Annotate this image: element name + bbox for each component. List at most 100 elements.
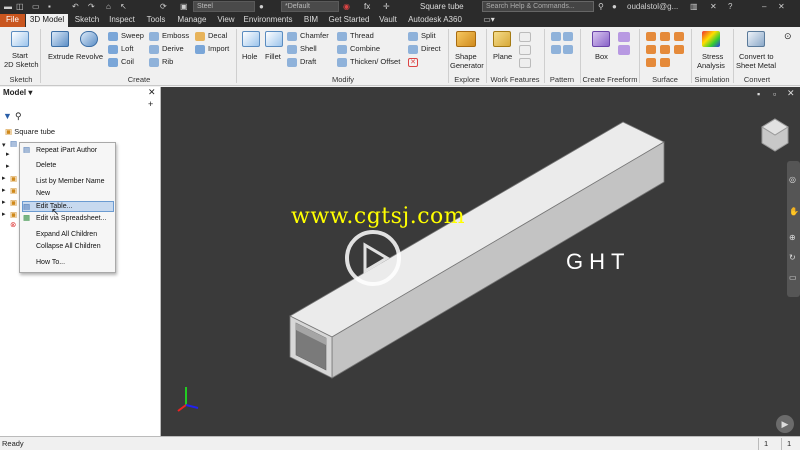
- viewport-maximize-icon[interactable]: ▫: [773, 89, 776, 99]
- expand-icon[interactable]: ▸: [6, 150, 10, 159]
- expand-icon[interactable]: ▾: [2, 141, 6, 150]
- fx-button[interactable]: fx: [364, 1, 370, 12]
- tab-vault[interactable]: Vault: [376, 14, 400, 27]
- sketch-pattern-icon[interactable]: [551, 45, 561, 54]
- minimize-icon[interactable]: –: [762, 1, 766, 12]
- home-icon[interactable]: ⌂: [106, 1, 111, 12]
- folder-icon: ▣: [10, 198, 18, 207]
- tube-top-face: [289, 121, 665, 338]
- coil-label: Coil: [121, 57, 134, 66]
- expand-icon[interactable]: ▸: [2, 174, 6, 183]
- full-navigation-wheel-icon[interactable]: ◎: [789, 175, 796, 184]
- viewport-restore-icon[interactable]: ▪: [757, 89, 760, 99]
- rectangular-pattern-icon[interactable]: [551, 32, 561, 41]
- freeform-face-icon[interactable]: [618, 45, 630, 55]
- look-at-icon[interactable]: ▭: [789, 273, 797, 282]
- axis-icon[interactable]: [519, 32, 531, 42]
- redo-icon[interactable]: ↷: [88, 1, 95, 12]
- tab-get-started[interactable]: Get Started: [327, 14, 371, 27]
- menu-item-expand-all-children[interactable]: Expand All Children: [36, 230, 97, 239]
- circular-pattern-icon[interactable]: [563, 32, 573, 41]
- boundary-patch-icon[interactable]: [660, 58, 670, 67]
- tree-root[interactable]: ▣ Square tube: [5, 127, 55, 136]
- tab-bim[interactable]: BIM: [300, 14, 322, 27]
- binoculars-icon[interactable]: ⚲: [598, 1, 604, 12]
- ucs-icon[interactable]: [519, 58, 531, 68]
- update-icon[interactable]: ⟳: [160, 1, 167, 12]
- apps-icon[interactable]: ✕: [710, 1, 717, 12]
- expand-icon[interactable]: ▸: [6, 162, 10, 171]
- extrude-label: Extrude: [48, 52, 74, 61]
- user-icon[interactable]: ●: [612, 1, 617, 12]
- expand-icon[interactable]: ▸: [2, 186, 6, 195]
- tab-inspect[interactable]: Inspect: [106, 14, 138, 27]
- tab-view[interactable]: View: [214, 14, 238, 27]
- freeform-sphere-icon[interactable]: [618, 32, 630, 42]
- help-icon[interactable]: ?: [728, 1, 732, 12]
- new-icon[interactable]: ◫: [16, 1, 24, 12]
- menu-item-edit-via-spreadsheet[interactable]: Edit via Spreadsheet...: [36, 214, 106, 223]
- move-icon[interactable]: ✛: [383, 1, 390, 12]
- menu-item-list-by-member-name[interactable]: List by Member Name: [36, 177, 104, 186]
- pan-icon[interactable]: ✋: [789, 207, 799, 216]
- emboss-label: Emboss: [162, 31, 190, 40]
- properties-icon[interactable]: ▣: [180, 1, 188, 12]
- expand-icon[interactable]: ▸: [2, 210, 6, 219]
- ribbon-expand-icon[interactable]: ⊙: [784, 31, 792, 41]
- zoom-icon[interactable]: ⊕: [789, 233, 796, 242]
- user-name[interactable]: oudalstol@g...: [627, 1, 678, 12]
- expand-icon[interactable]: ▸: [2, 198, 6, 207]
- open-icon[interactable]: ▭: [32, 1, 40, 12]
- graphics-viewport[interactable]: www.cgtsj.com GHT ▪ ▫ ✕ ◎ ✋ ⊕ ↻ ▭ ▶: [161, 87, 800, 436]
- viewport-close-icon[interactable]: ✕: [787, 88, 795, 99]
- extend-icon[interactable]: [660, 45, 670, 54]
- shape-generator-icon: [456, 31, 476, 47]
- separator: [758, 438, 759, 450]
- trim-icon[interactable]: [646, 45, 656, 54]
- tab-autodesk-a360[interactable]: Autodesk A360: [405, 14, 465, 27]
- tab-manage[interactable]: Manage: [174, 14, 210, 27]
- tab-tools[interactable]: Tools: [142, 14, 170, 27]
- tab-3d-model[interactable]: 3D Model: [26, 14, 68, 27]
- undo-icon[interactable]: ↶: [72, 1, 79, 12]
- shell-label: Shell: [300, 44, 317, 53]
- app-menu-icon[interactable]: ▬: [4, 1, 12, 12]
- ribbon-display-icon[interactable]: ▭▾: [478, 14, 500, 27]
- menu-item-collapse-all-children[interactable]: Collapse All Children: [36, 242, 101, 251]
- material-select[interactable]: Steel: [193, 1, 255, 12]
- patch-icon[interactable]: [660, 32, 670, 41]
- select-icon[interactable]: ↖: [120, 1, 127, 12]
- point-icon[interactable]: [519, 45, 531, 55]
- ruled-surface-icon[interactable]: [646, 58, 656, 67]
- filter-icon[interactable]: ▼: [3, 111, 12, 121]
- close-icon[interactable]: ✕: [778, 1, 785, 12]
- replace-face-icon[interactable]: [674, 45, 684, 54]
- shell-icon: [287, 45, 297, 54]
- menu-item-delete[interactable]: Delete: [36, 161, 56, 170]
- search-icon[interactable]: ⚲: [15, 111, 22, 122]
- close-icon[interactable]: ✕: [148, 87, 156, 98]
- appearance-override-icon[interactable]: ◉: [343, 1, 350, 12]
- menu-item-new[interactable]: New: [36, 189, 50, 198]
- model-browser-title[interactable]: Model: [3, 88, 26, 97]
- menu-item-how-to[interactable]: How To...: [36, 258, 65, 267]
- tab-sketch[interactable]: Sketch: [72, 14, 102, 27]
- orbit-icon[interactable]: ↻: [789, 253, 796, 262]
- tab-environments[interactable]: Environments: [242, 14, 294, 27]
- plane-label: Plane: [493, 52, 513, 61]
- stitch-icon[interactable]: [646, 32, 656, 41]
- group-explore: Explore: [454, 75, 480, 84]
- separator: [639, 29, 640, 83]
- save-icon[interactable]: ▪: [48, 1, 51, 12]
- group-convert: Convert: [743, 75, 771, 84]
- search-input[interactable]: Search Help & Commands...: [482, 1, 594, 12]
- menu-item-repeat-ipart-author[interactable]: Repeat iPart Author: [36, 146, 97, 155]
- appearance-select[interactable]: *Default: [281, 1, 339, 12]
- chevron-down-icon[interactable]: ▾: [26, 88, 32, 97]
- add-icon[interactable]: +: [148, 99, 153, 109]
- sculpt-icon[interactable]: [674, 32, 684, 41]
- cart-icon[interactable]: ▥: [690, 1, 698, 12]
- mirror-icon[interactable]: [563, 45, 573, 54]
- split-icon: [408, 32, 418, 41]
- tab-file[interactable]: File: [0, 14, 25, 27]
